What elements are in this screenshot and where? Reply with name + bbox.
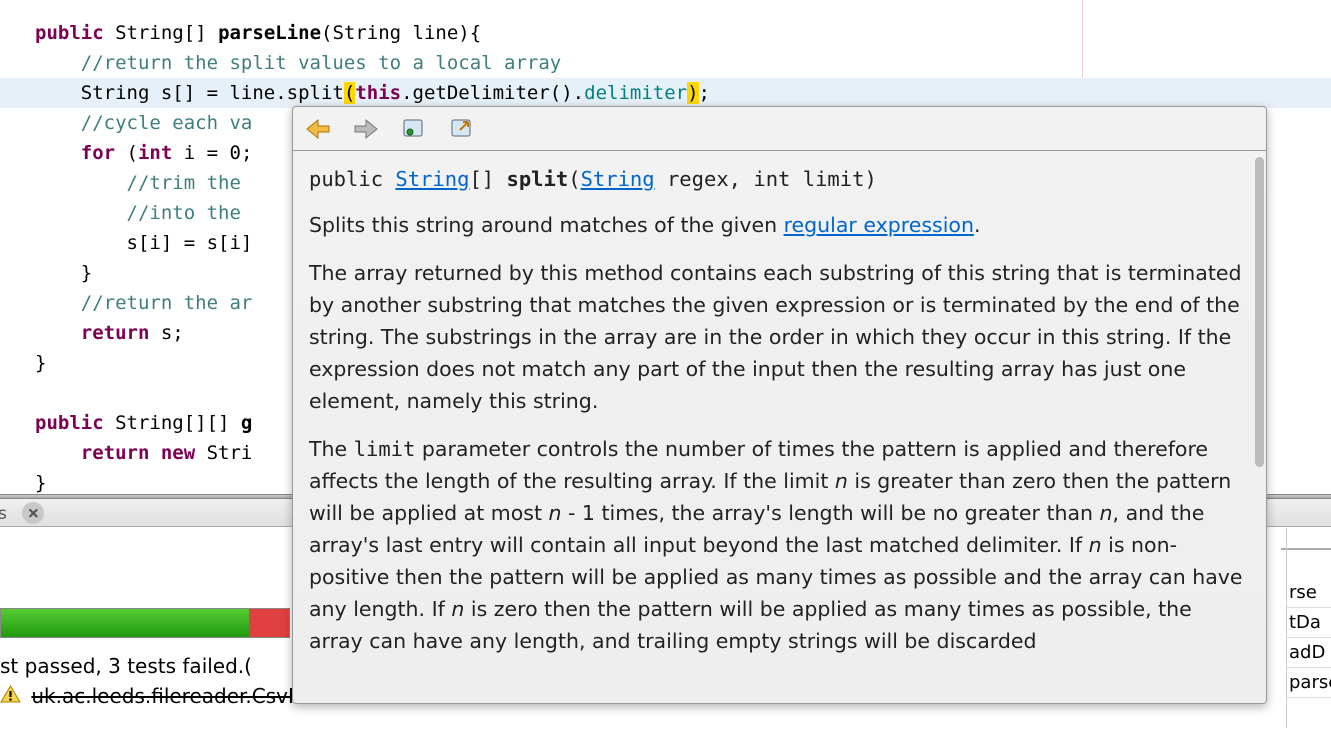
doc-text: The <box>309 437 354 461</box>
javadoc-para: Splits this string around matches of the… <box>309 209 1250 241</box>
type-link[interactable]: String <box>395 167 469 191</box>
keyword: int <box>138 142 172 164</box>
sig-text: [] <box>469 167 506 191</box>
code-text: .getDelimiter(). <box>401 82 584 104</box>
doc-var: n <box>835 469 848 493</box>
call-name: split <box>287 82 344 104</box>
code-line-current[interactable]: String s[] = line.split(this.getDelimite… <box>0 78 1331 108</box>
paren-highlight: ( <box>344 82 355 104</box>
code-text: } <box>35 352 46 374</box>
summary-text: st passed, 3 tests failed.( <box>0 654 252 678</box>
trace-item[interactable]: parse <box>1287 668 1331 698</box>
sig-text: public <box>309 167 395 191</box>
method-name: parseLine <box>218 22 321 44</box>
paren-highlight: ) <box>687 82 698 104</box>
doc-text: . <box>974 213 981 237</box>
keyword: public <box>35 412 104 434</box>
return-type: String[] <box>115 22 207 44</box>
external-browser-icon[interactable] <box>447 114 477 144</box>
doc-text: Splits this string around matches of the… <box>309 213 784 237</box>
code-line[interactable]: public String[] parseLine(String line){ <box>0 18 1331 48</box>
code-text: ; <box>699 82 710 104</box>
javadoc-popup[interactable]: public String[] split(String regex, int … <box>292 106 1267 704</box>
trace-item[interactable]: rse <box>1287 578 1331 608</box>
doc-text: - 1 times, the array's length will be no… <box>562 501 1100 525</box>
test-progress-fill <box>1 609 249 637</box>
field-ref: delimiter <box>584 82 687 104</box>
doc-code: limit <box>354 437 416 461</box>
params: (String line){ <box>321 22 481 44</box>
keyword: return <box>81 322 150 344</box>
sig-text: regex, int limit) <box>655 167 877 191</box>
comment: //return the ar <box>81 292 253 314</box>
attached-javadoc-icon[interactable] <box>399 114 429 144</box>
test-summary: st passed, 3 tests failed.( <box>0 654 252 678</box>
code-text: s[i] = s[i] <box>127 232 253 254</box>
comment: //cycle each va <box>81 112 253 134</box>
javadoc-para: The array returned by this method contai… <box>309 257 1250 417</box>
javadoc-para: The limit parameter controls the number … <box>309 433 1250 657</box>
comment: //return the split values to a local arr… <box>81 52 561 74</box>
close-icon[interactable]: × <box>22 502 44 524</box>
keyword: for <box>81 142 115 164</box>
code-text: s; <box>149 322 183 344</box>
keyword: return new <box>81 442 195 464</box>
keyword: public <box>35 22 104 44</box>
code-text: } <box>81 262 92 284</box>
method-name: g <box>241 412 252 434</box>
trace-item[interactable]: adD <box>1287 638 1331 668</box>
forward-icon[interactable] <box>351 114 381 144</box>
type-link[interactable]: String <box>581 167 655 191</box>
code-text: String[][] <box>104 412 241 434</box>
back-icon[interactable] <box>303 114 333 144</box>
javadoc-toolbar <box>293 107 1266 151</box>
warning-icon <box>0 684 21 702</box>
comment: //trim the <box>127 172 253 194</box>
code-text: String s[] = line. <box>81 82 287 104</box>
code-text: ( <box>115 142 138 164</box>
doc-var: n <box>451 597 464 621</box>
method-signature: public String[] split(String regex, int … <box>309 163 1250 195</box>
tab-label[interactable]: s <box>0 504 7 524</box>
doc-var: n <box>1100 501 1113 525</box>
test-progress-bar <box>0 608 290 638</box>
javadoc-body[interactable]: public String[] split(String regex, int … <box>293 151 1266 703</box>
scrollbar-thumb[interactable] <box>1255 157 1264 467</box>
code-text: } <box>35 472 46 494</box>
code-line[interactable]: //return the split values to a local arr… <box>0 48 1331 78</box>
trace-item[interactable]: tDa <box>1287 608 1331 638</box>
code-text: Stri <box>195 442 252 464</box>
sig-text: ( <box>568 167 580 191</box>
keyword-this: this <box>355 82 401 104</box>
comment: //into the <box>127 202 253 224</box>
doc-var: n <box>549 501 562 525</box>
sig-name: split <box>507 167 569 191</box>
code-text: i = 0; <box>172 142 252 164</box>
doc-link[interactable]: regular expression <box>784 213 974 237</box>
right-trace-panel: rse tDa adD parse <box>1286 528 1331 728</box>
doc-var: n <box>1089 533 1102 557</box>
